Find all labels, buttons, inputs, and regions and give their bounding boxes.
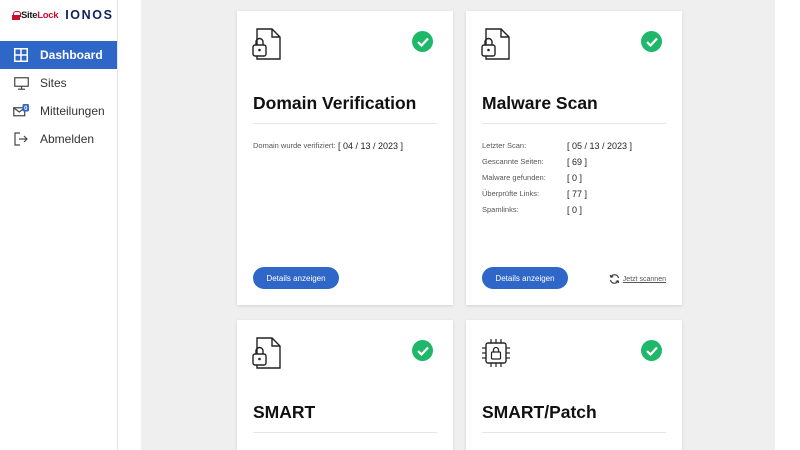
detail-label: Überprüfte Links: xyxy=(482,189,540,198)
sidebar-item-sites[interactable]: Sites xyxy=(0,69,117,97)
monitor-icon xyxy=(13,75,29,91)
logo-text-ionos: IONOS xyxy=(65,8,114,22)
document-lock-icon xyxy=(252,28,281,60)
logo-text-lock: Lock xyxy=(37,9,59,21)
card-title: Domain Verification xyxy=(253,93,417,113)
card-domain-verification: Domain Verification Domain wurde verifiz… xyxy=(237,11,453,305)
detail-label: Letzter Scan: xyxy=(482,141,527,150)
card-title: SMART/Patch xyxy=(482,402,597,422)
scan-now-label: Jetzt scannen xyxy=(622,275,666,283)
sidebar-item-label: Abmelden xyxy=(40,132,95,146)
card-title: Malware Scan xyxy=(482,93,598,113)
card-smart: SMART xyxy=(237,320,453,450)
detail-row: Überprüfte Links: [ 77 ] xyxy=(482,186,672,202)
card-details: Letzter Scan: [ 05 / 13 / 2023 ] Gescannt… xyxy=(482,138,672,218)
logout-icon xyxy=(13,131,29,147)
sitelock-ionos-logo[interactable]: SiteLock IONOS xyxy=(12,7,114,23)
card-divider xyxy=(482,432,666,433)
card-malware-scan: Malware Scan Letzter Scan: [ 05 / 13 / 20… xyxy=(466,11,682,305)
detail-value: [ 77 ] xyxy=(567,189,588,199)
detail-label: Domain wurde verifiziert: xyxy=(253,141,336,150)
detail-row: Letzter Scan: [ 05 / 13 / 2023 ] xyxy=(482,138,672,154)
logo-text-site: Site xyxy=(21,9,38,21)
detail-value: [ 04 / 13 / 2023 ] xyxy=(338,141,404,151)
detail-row: Domain wurde verifiziert: [ 04 / 13 / 20… xyxy=(253,138,443,154)
sidebar-item-dashboard[interactable]: Dashboard xyxy=(0,41,117,69)
sidebar-nav: Dashboard Sites 0 Mitteilungen Abmelden xyxy=(0,41,117,153)
lock-logo-icon xyxy=(12,10,21,20)
sidebar-item-label: Mitteilungen xyxy=(40,104,105,118)
detail-label: Spamlinks: xyxy=(482,205,519,214)
mail-icon: 0 xyxy=(13,103,29,119)
detail-label: Malware gefunden: xyxy=(482,173,546,182)
document-lock-icon xyxy=(481,28,510,60)
detail-row: Spamlinks: [ 0 ] xyxy=(482,202,672,218)
card-divider xyxy=(482,123,666,124)
sidebar-item-label: Sites xyxy=(40,76,67,90)
card-title: SMART xyxy=(253,402,316,422)
sidebar-item-label: Dashboard xyxy=(40,48,103,62)
sidebar-item-abmelden[interactable]: Abmelden xyxy=(0,125,117,153)
card-details: Domain wurde verifiziert: [ 04 / 13 / 20… xyxy=(253,138,443,154)
card-divider xyxy=(253,432,437,433)
sidebar-item-mitteilungen[interactable]: 0 Mitteilungen xyxy=(0,97,117,125)
detail-label: Gescannte Seiten: xyxy=(482,157,544,166)
detail-value: [ 69 ] xyxy=(567,157,588,167)
details-button[interactable]: Details anzeigen xyxy=(482,267,568,289)
details-button[interactable]: Details anzeigen xyxy=(253,267,339,289)
dashboard-content: Domain Verification Domain wurde verifiz… xyxy=(141,0,775,450)
verified-check-icon xyxy=(641,31,662,52)
detail-value: [ 05 / 13 / 2023 ] xyxy=(567,141,633,151)
refresh-icon xyxy=(609,274,620,284)
chip-lock-icon xyxy=(482,339,510,367)
detail-row: Malware gefunden: [ 0 ] xyxy=(482,170,672,186)
detail-value: [ 0 ] xyxy=(567,173,583,183)
document-lock-icon xyxy=(252,337,281,369)
detail-value: [ 0 ] xyxy=(567,205,583,215)
verified-check-icon xyxy=(412,340,433,361)
detail-row: Gescannte Seiten: [ 69 ] xyxy=(482,154,672,170)
card-divider xyxy=(253,123,437,124)
card-smart-patch: SMART/Patch xyxy=(466,320,682,450)
scan-now-link[interactable]: Jetzt scannen xyxy=(609,274,666,284)
dashboard-grid-icon xyxy=(13,47,29,63)
verified-check-icon xyxy=(412,31,433,52)
verified-check-icon xyxy=(641,340,662,361)
sidebar: SiteLock IONOS Dashboard Sites 0 Mitteil… xyxy=(0,0,118,450)
